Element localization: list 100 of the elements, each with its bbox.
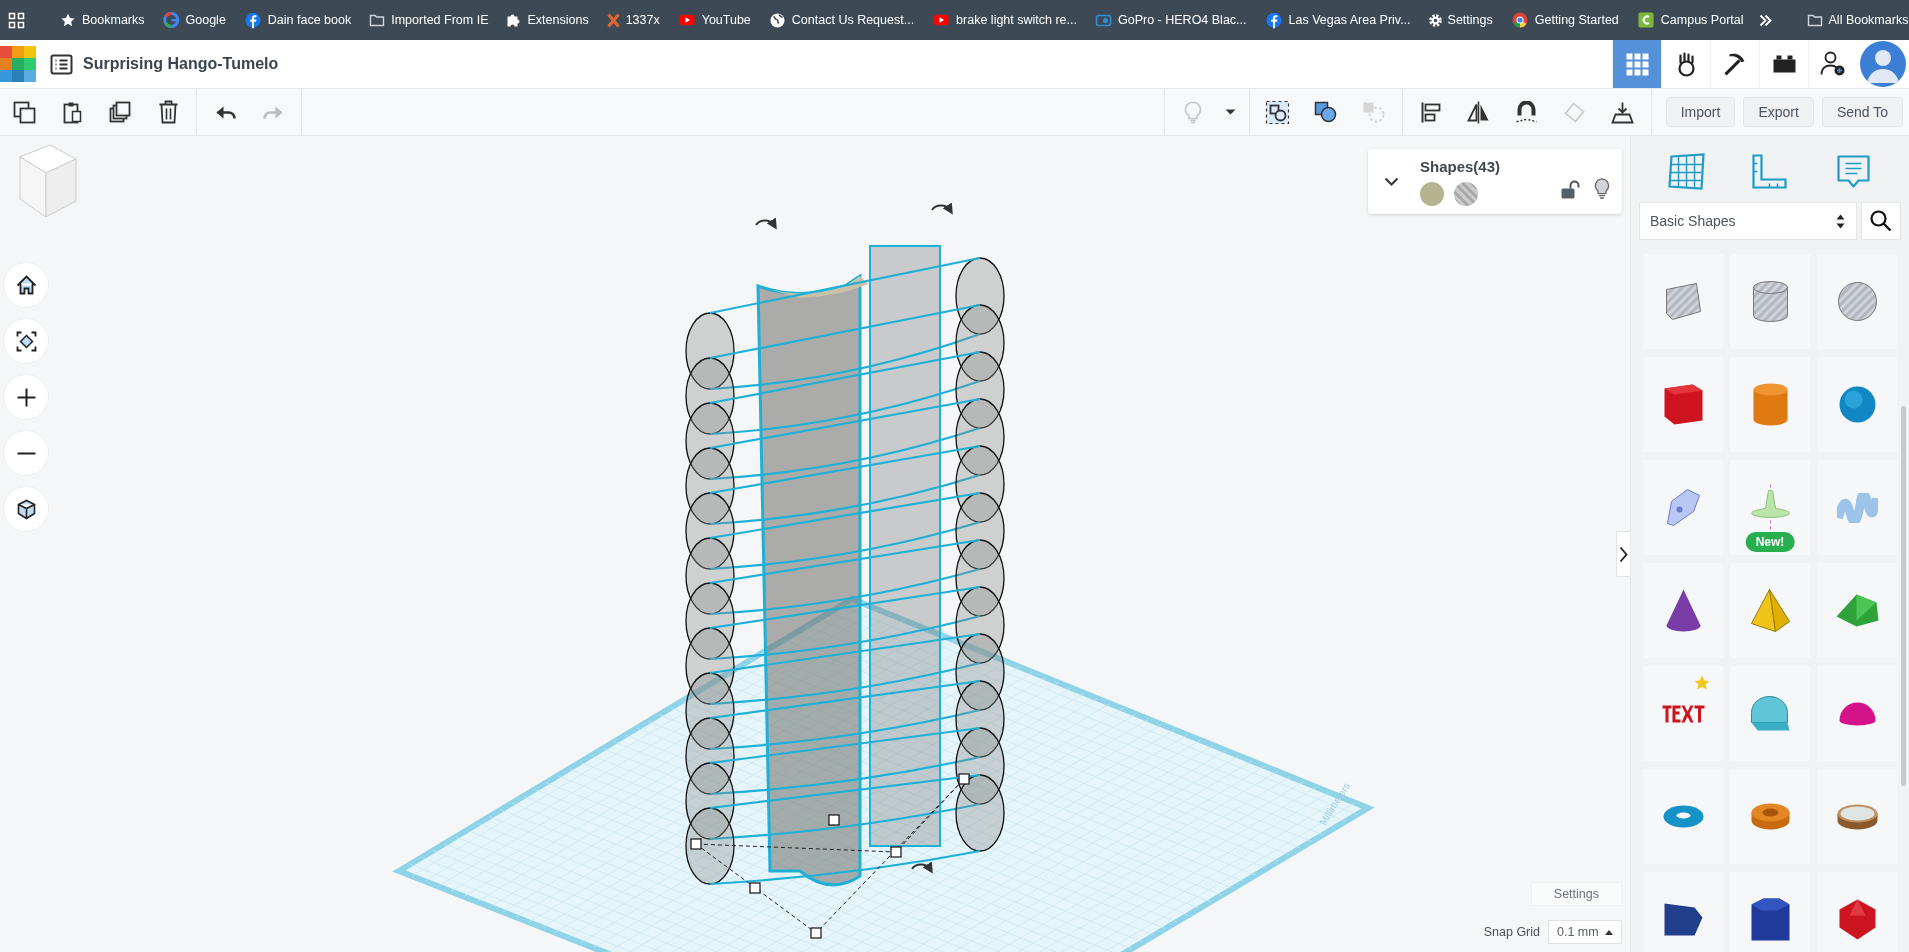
shape-tile[interactable] (1730, 254, 1810, 349)
pyramid-icon (1749, 588, 1791, 633)
bookmark-link[interactable]: brake light switch re... (925, 9, 1084, 31)
bookmark-link[interactable]: GoPro - HERO4 Blac... (1088, 9, 1254, 31)
trash-icon (157, 100, 179, 124)
rotate-handle-icon[interactable] (911, 861, 934, 874)
bookmark-link[interactable]: YouTube (670, 9, 758, 31)
shape-tile[interactable] (1817, 872, 1897, 952)
bookmark-link[interactable]: Imported From IE (362, 9, 496, 31)
view-control-button[interactable] (3, 318, 49, 364)
3d-model-drawing[interactable] (685, 245, 1005, 887)
list-icon[interactable] (50, 53, 73, 75)
bookmark-link[interactable]: Extensions (499, 8, 596, 32)
hole-swatch[interactable] (1454, 181, 1478, 206)
bookmark-link[interactable]: Google (155, 8, 233, 32)
box-hole-icon (1664, 282, 1702, 321)
bookmark-link[interactable]: Getting Started (1503, 7, 1626, 33)
bookmark-link[interactable]: 1337x (599, 8, 667, 32)
caret-icon (1224, 108, 1238, 116)
bookmark-link[interactable]: All Bookmarks (1799, 9, 1909, 31)
resize-handle[interactable] (828, 814, 840, 826)
resize-handle[interactable] (958, 773, 970, 785)
half-cylinder-icon (1749, 695, 1791, 732)
tube-icon (1749, 802, 1791, 831)
hand-ball-icon (1677, 51, 1695, 77)
scrollbar[interactable] (1901, 406, 1906, 786)
resize-handle[interactable] (890, 846, 902, 858)
bookmark-link[interactable]: Dain face book (236, 6, 359, 34)
camera-icon (1095, 13, 1112, 27)
hexagonal-prism-icon (1749, 897, 1791, 942)
bookmark-link[interactable]: Contact Us Request... (761, 7, 922, 33)
lightbulb-icon[interactable] (1594, 177, 1610, 200)
shape-tile[interactable] (1643, 769, 1723, 864)
zoom-in-icon (15, 386, 37, 408)
pickaxe-icon (1724, 52, 1746, 76)
category-dropdown[interactable]: Basic Shapes (1639, 202, 1857, 240)
text-shape-icon (1660, 703, 1706, 724)
bookmark-link[interactable]: Las Vegas Area Priv... (1257, 6, 1418, 34)
rotate-handle-icon[interactable] (755, 217, 778, 230)
toolbar-text-button[interactable]: Import (1665, 97, 1736, 127)
shape-tile[interactable] (1643, 563, 1723, 658)
star-icon (60, 12, 76, 28)
resize-handle[interactable] (690, 838, 702, 850)
shape-tile[interactable] (1643, 666, 1723, 761)
note-icon (1836, 154, 1870, 188)
shapes-count: Shapes(43) (1420, 157, 1502, 175)
shape-tile[interactable] (1817, 563, 1897, 658)
chevron-icon (1383, 177, 1399, 186)
shape-tile[interactable] (1730, 666, 1810, 761)
caret-icon (1605, 929, 1613, 935)
folder-icon (1806, 13, 1823, 27)
resize-handle[interactable] (749, 882, 761, 894)
roof-icon (1834, 593, 1880, 628)
avatar[interactable] (1860, 41, 1906, 87)
shape-tile[interactable] (1730, 769, 1810, 864)
unlock-icon[interactable] (1560, 180, 1580, 200)
shape-tile[interactable] (1817, 357, 1897, 452)
shape-tile[interactable] (1817, 460, 1897, 555)
view-control-button[interactable] (3, 262, 49, 308)
shape-tile[interactable] (1730, 357, 1810, 452)
bookmark-link[interactable]: Campus Portal (1629, 7, 1751, 33)
shape-tile[interactable] (1730, 563, 1810, 658)
brick-icon (1771, 54, 1797, 74)
ruler-icon (1752, 153, 1788, 189)
grid-view-icon (1624, 51, 1650, 77)
undo-icon (214, 104, 236, 120)
search-button[interactable] (1861, 202, 1901, 240)
bookmark-link[interactable]: Bookmarks (53, 8, 152, 32)
snap-grid-dropdown[interactable]: 0.1 mm (1548, 920, 1622, 944)
shape-tile[interactable] (1643, 254, 1723, 349)
fit-view-icon (15, 330, 37, 352)
sphere-icon (1837, 385, 1877, 424)
settings-button[interactable]: Settings (1530, 882, 1622, 906)
cylinder-icon (1751, 382, 1789, 427)
design-title: Surprising Hango-Tumelo (83, 55, 279, 73)
puzzle-icon (506, 12, 522, 28)
cylinder-hole-icon (1751, 280, 1789, 323)
pen-nib-icon (1665, 488, 1701, 527)
shape-tile[interactable] (1817, 254, 1897, 349)
shape-tile[interactable] (1643, 460, 1723, 555)
color-swatch[interactable] (1420, 181, 1444, 206)
shape-tile[interactable] (1643, 357, 1723, 452)
view-control-button[interactable] (3, 486, 49, 532)
shape-tile[interactable] (1817, 666, 1897, 761)
shape-tile[interactable] (1643, 872, 1723, 952)
apps-grid-icon[interactable] (8, 11, 25, 29)
chevron-double-icon[interactable] (1758, 13, 1772, 27)
shape-tile[interactable] (1730, 872, 1810, 952)
duplicate-icon (109, 101, 131, 123)
globe-icon (768, 11, 786, 29)
shape-tile[interactable] (1817, 769, 1897, 864)
resize-handle[interactable] (810, 927, 822, 939)
zoom-out-icon (15, 450, 37, 456)
bookmark-link[interactable]: Settings (1421, 9, 1500, 31)
toolbar-text-button[interactable]: Export (1743, 97, 1814, 127)
mirror-icon (1467, 99, 1491, 125)
toolbar-text-button[interactable]: Send To (1821, 97, 1903, 127)
rotate-handle-icon[interactable] (931, 202, 954, 215)
ring-icon (1835, 802, 1879, 831)
panel-toggle-button[interactable] (1616, 531, 1630, 577)
